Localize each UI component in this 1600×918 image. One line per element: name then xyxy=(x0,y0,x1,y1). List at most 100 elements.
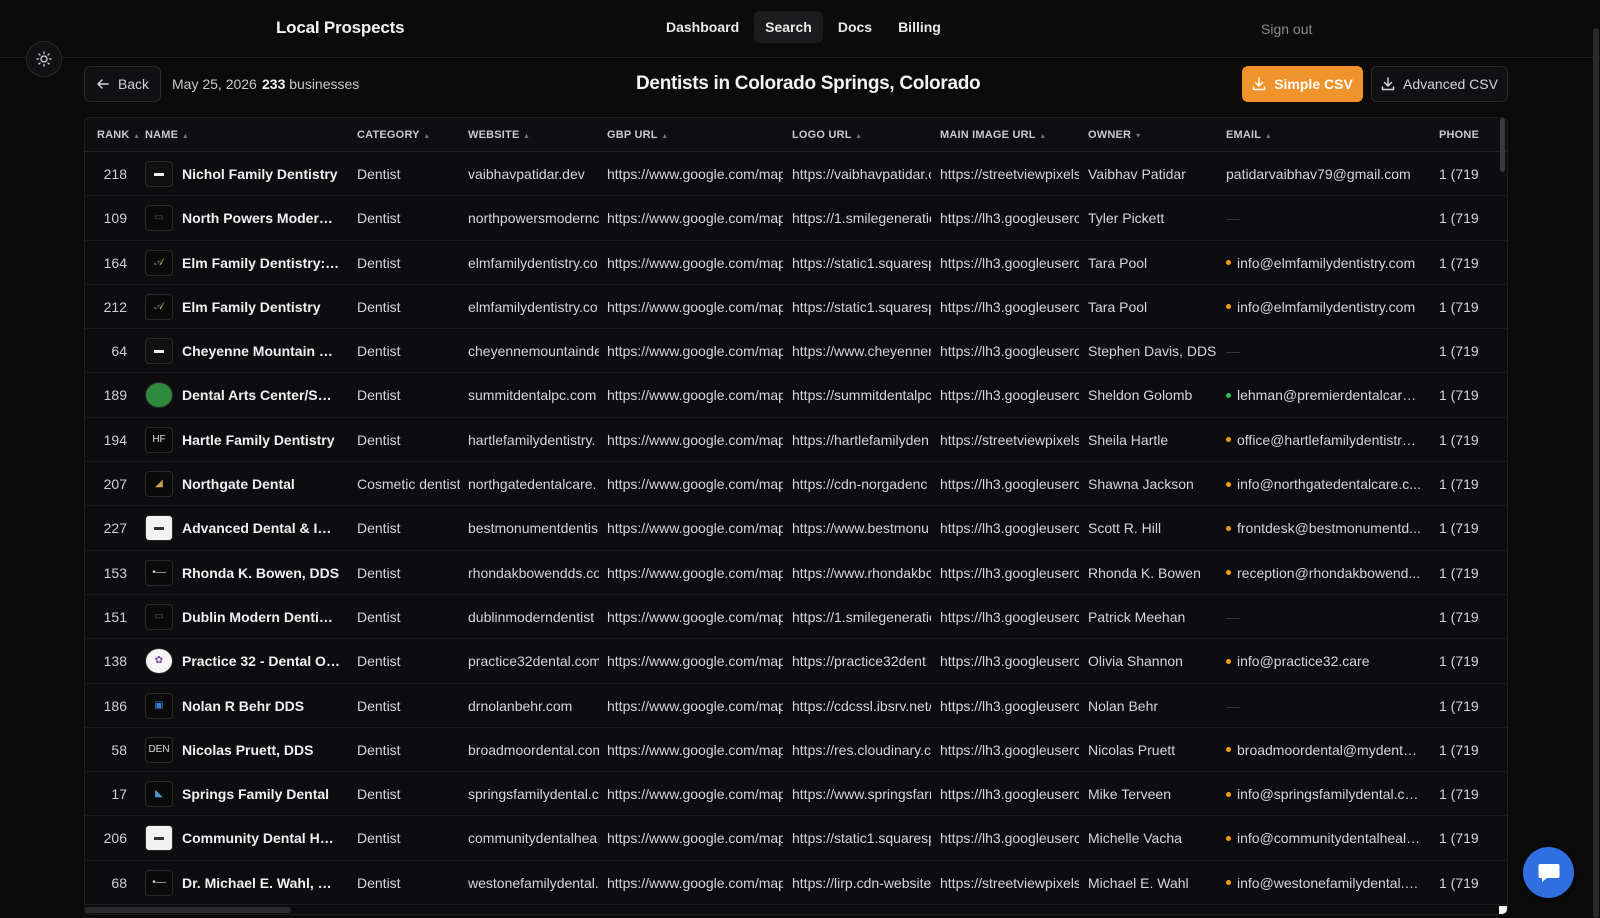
cell-main-image-url[interactable]: https://streetviewpixels xyxy=(940,152,1079,196)
theme-toggle-button[interactable] xyxy=(26,41,62,77)
cell-website[interactable]: bestmonumentdentis xyxy=(468,506,599,550)
table-row[interactable]: 227 ▬ Advanced Dental & Imp... Dentist b… xyxy=(85,506,1507,551)
column-header-name[interactable]: NAME ▴ xyxy=(145,129,187,141)
cell-website[interactable]: springsfamilydental.c xyxy=(468,772,599,816)
cell-email[interactable]: frontdesk@bestmonumentd... xyxy=(1226,506,1421,550)
cell-main-image-url[interactable]: https://lh3.googleuserc xyxy=(940,728,1079,772)
cell-main-image-url[interactable]: https://lh3.googleuserc xyxy=(940,595,1079,639)
table-horizontal-scrollbar[interactable] xyxy=(85,906,1507,914)
column-header-category[interactable]: CATEGORY ▴ xyxy=(357,129,429,141)
cell-main-image-url[interactable]: https://lh3.googleuserc xyxy=(940,285,1079,329)
cell-logo-url[interactable]: https://www.rhondakbc xyxy=(792,551,931,595)
cell-logo-url[interactable]: https://hartlefamilyden xyxy=(792,418,931,462)
table-row[interactable]: 164 𝒜 Elm Family Dentistry: Ta... Dentis… xyxy=(85,241,1507,285)
sign-out-link[interactable]: Sign out xyxy=(1261,21,1312,37)
simple-csv-button[interactable]: Simple CSV xyxy=(1242,66,1363,102)
cell-name[interactable]: North Powers Modern D... xyxy=(182,196,340,240)
cell-email[interactable]: info@springsfamilydental.com xyxy=(1226,772,1421,816)
column-header-main-image-url[interactable]: MAIN IMAGE URL ▴ xyxy=(940,129,1045,141)
cell-name[interactable]: Nichol Family Dentistry xyxy=(182,152,340,196)
cell-website[interactable]: rhondakbowendds.co xyxy=(468,551,599,595)
cell-gbp-url[interactable]: https://www.google.com/map xyxy=(607,595,783,639)
cell-logo-url[interactable]: https://static1.squaresp xyxy=(792,816,931,860)
chat-support-button[interactable] xyxy=(1523,847,1574,898)
cell-website[interactable]: hartlefamilydentistry. xyxy=(468,418,599,462)
cell-gbp-url[interactable]: https://www.google.com/map xyxy=(607,241,783,285)
page-scrollbar[interactable] xyxy=(1593,28,1599,918)
cell-gbp-url[interactable]: https://www.google.com/map xyxy=(607,639,783,683)
cell-website[interactable]: dublinmoderndentist xyxy=(468,595,599,639)
cell-website[interactable]: vaibhavpatidar.dev xyxy=(468,152,599,196)
table-row[interactable]: 109 ▭ North Powers Modern D... Dentist n… xyxy=(85,196,1507,241)
cell-logo-url[interactable]: https://vaibhavpatidar.c xyxy=(792,152,931,196)
cell-main-image-url[interactable]: https://lh3.googleuserc xyxy=(940,241,1079,285)
cell-name[interactable]: Nicolas Pruett, DDS xyxy=(182,728,340,772)
cell-email[interactable]: info@elmfamilydentistry.com xyxy=(1226,241,1421,285)
cell-main-image-url[interactable]: https://lh3.googleuserc xyxy=(940,373,1079,417)
brand-logo[interactable]: Local Prospects xyxy=(276,18,405,38)
column-header-logo-url[interactable]: LOGO URL ▴ xyxy=(792,129,861,141)
table-row[interactable]: 189 Dental Arts Center/Shel... Dentist s… xyxy=(85,373,1507,418)
column-header-owner[interactable]: OWNER ▾ xyxy=(1088,129,1140,141)
column-header-gbp-url[interactable]: GBP URL ▴ xyxy=(607,129,667,141)
table-row[interactable]: 212 𝒜 Elm Family Dentistry Dentist elmfa… xyxy=(85,285,1507,330)
cell-website[interactable]: cheyennemountainde xyxy=(468,329,599,373)
column-header-rank[interactable]: RANK ▴ xyxy=(97,129,139,141)
cell-main-image-url[interactable]: https://streetviewpixels xyxy=(940,418,1079,462)
cell-name[interactable]: Nolan R Behr DDS xyxy=(182,684,340,728)
cell-email[interactable]: info@westonefamilydental.c... xyxy=(1226,861,1421,905)
advanced-csv-button[interactable]: Advanced CSV xyxy=(1371,66,1508,102)
cell-main-image-url[interactable]: https://lh3.googleuserc xyxy=(940,462,1079,506)
cell-gbp-url[interactable]: https://www.google.com/map xyxy=(607,506,783,550)
cell-name[interactable]: Dublin Modern Dentistry xyxy=(182,595,340,639)
cell-gbp-url[interactable]: https://www.google.com/map xyxy=(607,772,783,816)
cell-gbp-url[interactable]: https://www.google.com/map xyxy=(607,551,783,595)
cell-gbp-url[interactable]: https://www.google.com/map xyxy=(607,816,783,860)
cell-gbp-url[interactable]: https://www.google.com/map xyxy=(607,861,783,905)
table-row[interactable]: 206 ▬ Community Dental Heal... Dentist c… xyxy=(85,816,1507,861)
cell-website[interactable]: summitdentalpc.com xyxy=(468,373,599,417)
cell-logo-url[interactable]: https://res.cloudinary.c xyxy=(792,728,931,772)
cell-gbp-url[interactable]: https://www.google.com/map xyxy=(607,285,783,329)
cell-logo-url[interactable]: https://practice32dent xyxy=(792,639,931,683)
back-button[interactable]: Back xyxy=(84,66,161,102)
cell-email[interactable]: — xyxy=(1226,196,1421,240)
table-vertical-scrollbar[interactable] xyxy=(1500,118,1505,172)
cell-name[interactable]: Practice 32 - Dental Offi... xyxy=(182,639,340,683)
cell-name[interactable]: Community Dental Heal... xyxy=(182,816,340,860)
cell-main-image-url[interactable]: https://lh3.googleuserc xyxy=(940,772,1079,816)
cell-email[interactable]: — xyxy=(1226,684,1421,728)
cell-name[interactable]: Elm Family Dentistry: Ta... xyxy=(182,241,340,285)
column-header-phone[interactable]: PHONE xyxy=(1439,129,1479,141)
cell-gbp-url[interactable]: https://www.google.com/map xyxy=(607,728,783,772)
cell-email[interactable]: patidarvaibhav79@gmail.com xyxy=(1226,152,1421,196)
cell-gbp-url[interactable]: https://www.google.com/map xyxy=(607,329,783,373)
cell-logo-url[interactable]: https://summitdentalpc xyxy=(792,373,931,417)
cell-logo-url[interactable]: https://1.smilegeneratic xyxy=(792,595,931,639)
cell-website[interactable]: westonefamilydental. xyxy=(468,861,599,905)
cell-email[interactable]: info@practice32.care xyxy=(1226,639,1421,683)
table-row[interactable]: 17 ◣ Springs Family Dental Dentist sprin… xyxy=(85,772,1507,817)
cell-name[interactable]: Advanced Dental & Imp... xyxy=(182,506,340,550)
table-row[interactable]: 151 ▭ Dublin Modern Dentistry Dentist du… xyxy=(85,595,1507,640)
table-row[interactable]: 207 ◢ Northgate Dental Cosmetic dentist … xyxy=(85,462,1507,507)
cell-email[interactable]: broadmoordental@mydental... xyxy=(1226,728,1421,772)
cell-logo-url[interactable]: https://cdcssl.ibsrv.net/ xyxy=(792,684,931,728)
table-row[interactable]: 58 DEN Nicolas Pruett, DDS Dentist broad… xyxy=(85,728,1507,773)
nav-billing[interactable]: Billing xyxy=(887,11,952,43)
cell-logo-url[interactable]: https://www.cheyennen xyxy=(792,329,931,373)
cell-name[interactable]: Hartle Family Dentistry xyxy=(182,418,340,462)
table-row[interactable]: 186 ▣ Nolan R Behr DDS Dentist drnolanbe… xyxy=(85,684,1507,728)
cell-email[interactable]: — xyxy=(1226,329,1421,373)
cell-main-image-url[interactable]: https://lh3.googleuserc xyxy=(940,329,1079,373)
cell-email[interactable]: office@hartlefamilydentistry.... xyxy=(1226,418,1421,462)
cell-main-image-url[interactable]: https://lh3.googleuserc xyxy=(940,196,1079,240)
cell-gbp-url[interactable]: https://www.google.com/map xyxy=(607,196,783,240)
nav-dashboard[interactable]: Dashboard xyxy=(655,11,750,43)
cell-name[interactable]: Rhonda K. Bowen, DDS xyxy=(182,551,340,595)
cell-email[interactable]: info@elmfamilydentistry.com xyxy=(1226,285,1421,329)
cell-website[interactable]: broadmoordental.com xyxy=(468,728,599,772)
cell-logo-url[interactable]: https://www.bestmonu xyxy=(792,506,931,550)
cell-website[interactable]: practice32dental.com xyxy=(468,639,599,683)
cell-main-image-url[interactable]: https://lh3.googleuserc xyxy=(940,684,1079,728)
